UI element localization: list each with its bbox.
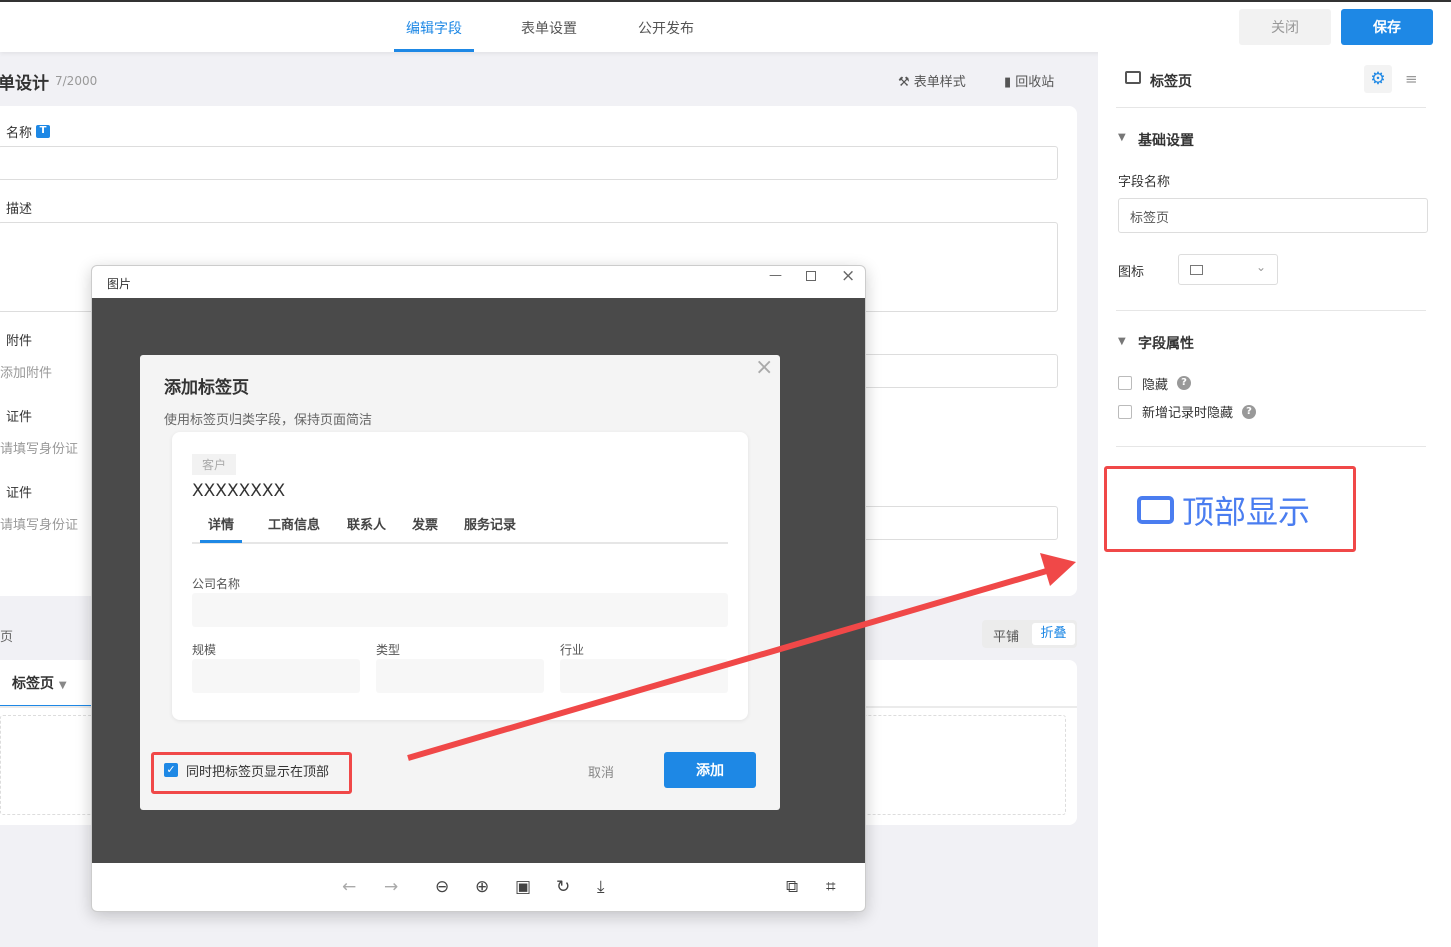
field-label-attach: 附件 <box>6 334 33 349</box>
close-icon[interactable]: × <box>755 355 773 380</box>
id2-input[interactable]: 请填写身份证 <box>0 514 78 533</box>
add-tab-dialog: 添加标签页 × 使用标签页归类字段，保持页面简洁 客户 XXXXXXXX 详情 … <box>140 355 780 810</box>
preview-tab: 服务记录 <box>464 518 517 533</box>
basic-settings-heading: 基础设置 <box>1138 133 1194 149</box>
scan-icon[interactable]: ⌗ <box>826 877 836 897</box>
company-label: 公司名称 <box>192 577 241 591</box>
caret-down-icon: ▼ <box>58 680 67 691</box>
tab-field-title[interactable]: 标签页 ▼ <box>12 673 67 693</box>
help-icon[interactable]: ? <box>1242 405 1256 419</box>
divider <box>1116 310 1426 311</box>
minimize-icon[interactable]: — <box>769 268 782 283</box>
company-field <box>192 593 728 627</box>
recycle-bin-button[interactable]: ▮ 回收站 <box>1004 71 1054 90</box>
fold-option[interactable]: 折叠 <box>1032 623 1075 645</box>
collapse-icon[interactable]: ▼ <box>1118 336 1126 347</box>
arrow-right-icon[interactable]: → <box>384 877 398 897</box>
add-button[interactable]: 添加 <box>664 752 756 788</box>
fit-icon[interactable]: ▣ <box>515 877 531 897</box>
active-tab-indicator <box>394 49 474 52</box>
name-input[interactable] <box>0 146 1058 180</box>
rotate-icon[interactable]: ↻ <box>556 877 570 897</box>
add-attachment-link[interactable]: 添加附件 <box>0 362 52 381</box>
preview-tab: 工商信息 <box>268 518 321 533</box>
tab-publish[interactable]: 公开发布 <box>638 18 694 38</box>
close-button[interactable]: 关闭 <box>1239 9 1331 45</box>
square-icon <box>1137 496 1174 524</box>
chevron-down-icon: ⌄ <box>1256 260 1267 274</box>
zoom-out-icon[interactable]: ⊖ <box>435 877 449 897</box>
scale-field <box>192 659 360 693</box>
page-title: 单设计 <box>0 74 49 94</box>
top-bar: 编辑字段 表单设置 公开发布 关闭 保存 <box>0 0 1451 52</box>
industry-label: 行业 <box>560 643 585 657</box>
divider <box>1116 446 1426 447</box>
field-label-id1: 证件 <box>6 410 33 425</box>
type-label: 类型 <box>376 643 401 657</box>
icon-label: 图标 <box>1118 265 1145 280</box>
collapse-icon[interactable]: ▼ <box>1118 132 1126 143</box>
field-label-id2: 证件 <box>6 486 33 501</box>
tile-option[interactable]: 平铺 <box>993 626 1019 645</box>
record-name: XXXXXXXX <box>192 481 286 501</box>
tab-edit-fields[interactable]: 编辑字段 <box>406 18 462 38</box>
layout-toggle: 平铺 折叠 <box>982 620 1077 648</box>
magic-wand-icon: ⚒ <box>898 75 910 90</box>
field-name-label: 字段名称 <box>1118 175 1171 190</box>
section-label: 页 <box>0 630 14 645</box>
hide-new-label: 新增记录时隐藏 <box>1142 406 1234 421</box>
field-name-input[interactable]: 标签页 <box>1118 198 1428 233</box>
industry-field <box>560 659 728 693</box>
translate-icon[interactable]: ⧉ <box>786 877 798 897</box>
active-tab-indicator <box>200 540 242 543</box>
callout-text: 顶部显示 <box>1182 493 1311 531</box>
viewer-toolbar: ← → ⊖ ⊕ ▣ ↻ ⤓ ⧉ ⌗ <box>92 863 865 911</box>
hide-label: 隐藏 <box>1142 378 1169 393</box>
preview-tab: 联系人 <box>347 518 387 533</box>
scale-label: 规模 <box>192 643 217 657</box>
preview-card: 客户 XXXXXXXX 详情 工商信息 联系人 发票 服务记录 公司名称 规模 … <box>172 432 748 720</box>
icon-select[interactable]: ⌄ <box>1178 254 1278 285</box>
divider <box>1116 107 1426 108</box>
type-field <box>376 659 544 693</box>
show-top-checkbox[interactable]: ✓ <box>164 763 178 777</box>
show-top-label[interactable]: 同时把标签页显示在顶部 <box>186 761 329 780</box>
field-attrs-heading: 字段属性 <box>1138 336 1194 352</box>
form-style-button[interactable]: ⚒ 表单样式 <box>898 71 966 90</box>
dialog-title: 添加标签页 <box>164 378 249 398</box>
preview-tab: 发票 <box>412 518 439 533</box>
trash-icon: ▮ <box>1004 75 1012 90</box>
viewer-title: 图片 <box>107 277 132 291</box>
maximize-icon[interactable] <box>806 271 816 281</box>
download-icon[interactable]: ⤓ <box>597 877 605 897</box>
text-type-badge: T <box>36 125 50 138</box>
field-input[interactable] <box>860 506 1058 540</box>
divider <box>192 542 728 544</box>
field-input[interactable] <box>860 354 1058 388</box>
id1-input[interactable]: 请填写身份证 <box>0 438 78 457</box>
hide-new-checkbox[interactable] <box>1118 405 1132 419</box>
annotation-box: 顶部显示 <box>1104 466 1356 552</box>
dialog-subtitle: 使用标签页归类字段，保持页面简洁 <box>164 413 373 428</box>
tag-badge: 客户 <box>192 454 237 475</box>
zoom-in-icon[interactable]: ⊕ <box>475 877 489 897</box>
save-button[interactable]: 保存 <box>1341 9 1433 45</box>
tab-form-settings[interactable]: 表单设置 <box>521 18 577 38</box>
help-icon[interactable]: ? <box>1177 376 1191 390</box>
cancel-button[interactable]: 取消 <box>588 762 614 781</box>
gear-icon[interactable]: ⚙ <box>1364 65 1392 93</box>
arrow-left-icon[interactable]: ← <box>342 877 356 897</box>
close-icon[interactable]: × <box>841 266 855 286</box>
char-count: 7/2000 <box>55 74 98 88</box>
preview-tab: 详情 <box>208 518 235 533</box>
field-label-desc: 描述 <box>6 202 33 217</box>
tab-page-icon <box>1125 71 1141 84</box>
panel-title: 标签页 <box>1150 74 1192 90</box>
hide-checkbox[interactable] <box>1118 376 1132 390</box>
field-label-name: 名称 <box>6 126 33 141</box>
sort-icon[interactable]: ≡ <box>1405 70 1418 88</box>
tab-page-icon <box>1190 265 1203 275</box>
